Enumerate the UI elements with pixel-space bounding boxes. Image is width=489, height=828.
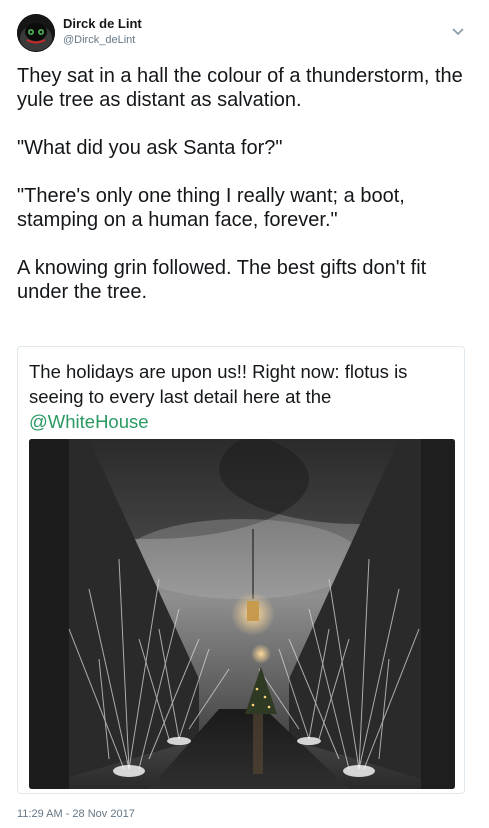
tweet: Dirck de Lint @Dirck_deLint They sat in … bbox=[0, 0, 489, 828]
tweet-paragraph: "What did you ask Santa for?" bbox=[17, 137, 283, 159]
tweet-timestamp[interactable]: 11:29 AM - 28 Nov 2017 bbox=[17, 808, 135, 820]
quoted-tweet-body: The holidays are upon us!! Right now: fl… bbox=[29, 361, 408, 407]
tweet-paragraph: "There's only one thing I really want; a… bbox=[17, 185, 405, 231]
quoted-tweet-text: The holidays are upon us!! Right now: fl… bbox=[29, 359, 459, 434]
hallway-photo bbox=[29, 439, 455, 789]
author-handle[interactable]: @Dirck_deLint bbox=[63, 34, 135, 46]
tweet-paragraph: A knowing grin followed. The best gifts … bbox=[17, 257, 427, 303]
mention-link[interactable]: @WhiteHouse bbox=[29, 409, 459, 434]
quoted-tweet[interactable]: The holidays are upon us!! Right now: fl… bbox=[17, 346, 465, 794]
avatar[interactable] bbox=[17, 14, 55, 52]
quoted-tweet-photo[interactable] bbox=[29, 439, 455, 789]
author-display-name[interactable]: Dirck de Lint bbox=[63, 16, 142, 31]
avatar-icon bbox=[17, 14, 55, 52]
chevron-down-icon[interactable] bbox=[451, 24, 465, 38]
tweet-paragraph: They sat in a hall the colour of a thund… bbox=[17, 65, 463, 111]
tweet-text: They sat in a hall the colour of a thund… bbox=[17, 64, 472, 328]
